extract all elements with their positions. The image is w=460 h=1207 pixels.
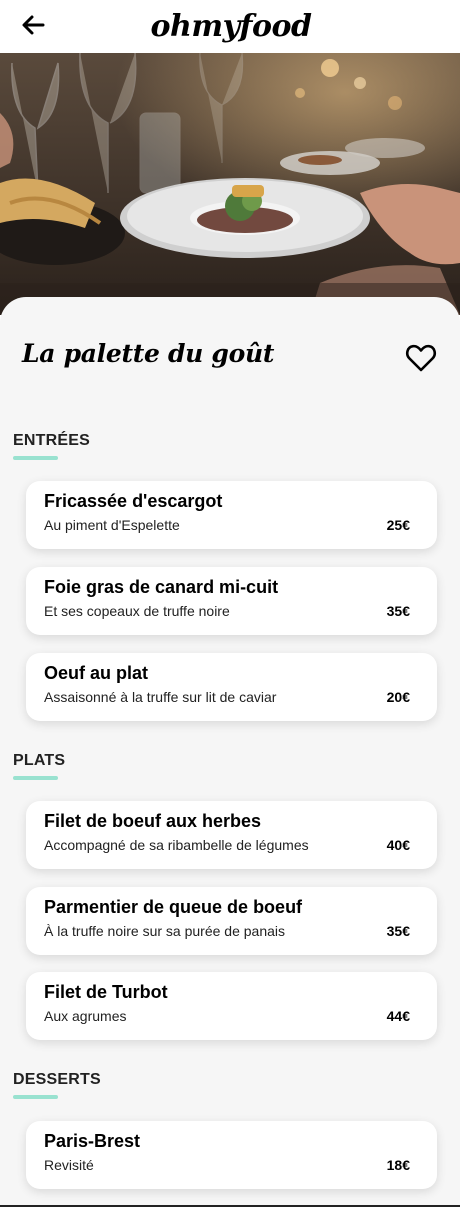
app-header: ohmyfood (0, 0, 460, 53)
section-underline (13, 456, 58, 460)
dish-name: Filet de Turbot (44, 982, 168, 1002)
menu-item-card[interactable]: Fricassée d'escargot Au piment d'Espelet… (26, 481, 437, 549)
section-title-plats: PLATS (13, 752, 66, 769)
dish-description: Aux agrumes (44, 1008, 127, 1024)
dish-price: 18€ (386, 1157, 410, 1173)
menu-item-card[interactable]: Oeuf au plat Assaisonné à la truffe sur … (26, 653, 437, 721)
menu-item-card[interactable]: Paris-Brest Revisité 18€ (26, 1121, 437, 1189)
dish-price: 40€ (386, 837, 410, 853)
dish-name: Oeuf au plat (44, 663, 149, 683)
dish-description: Revisité (44, 1157, 94, 1173)
dish-description: Et ses copeaux de truffe noire (44, 603, 230, 619)
dish-description: Au piment d'Espelette (44, 517, 180, 533)
menu-item-card[interactable]: Foie gras de canard mi-cuit Et ses copea… (26, 567, 437, 635)
section-underline (13, 1095, 58, 1099)
dish-price: 35€ (386, 603, 410, 619)
menu-item-card[interactable]: Parmentier de queue de boeuf À la truffe… (26, 887, 437, 955)
dish-name: Parmentier de queue de boeuf (44, 897, 303, 917)
section-title-desserts: DESSERTS (13, 1071, 101, 1088)
dish-price: 35€ (386, 923, 410, 939)
arrow-left-icon (22, 15, 45, 35)
dish-description: Assaisonné à la truffe sur lit de caviar (44, 689, 277, 705)
dish-description: Accompagné de sa ribambelle de légumes (44, 837, 309, 853)
hero-image (0, 53, 460, 315)
dish-name: Filet de boeuf aux herbes (44, 811, 262, 831)
back-button[interactable] (18, 11, 48, 39)
dish-name: Paris-Brest (44, 1131, 141, 1151)
menu-item-card[interactable]: Filet de Turbot Aux agrumes 44€ (26, 972, 437, 1040)
section-underline (13, 776, 58, 780)
app-logo[interactable]: ohmyfood (151, 9, 312, 44)
favorite-button[interactable] (405, 343, 437, 373)
menu-item-card[interactable]: Filet de boeuf aux herbes Accompagné de … (26, 801, 437, 869)
section-title-entrees: ENTRÉES (13, 432, 90, 449)
dish-name: Foie gras de canard mi-cuit (44, 577, 279, 597)
dish-price: 20€ (386, 689, 410, 705)
dish-description: À la truffe noire sur sa purée de panais (44, 923, 286, 939)
restaurant-name: La palette du goût (22, 339, 275, 368)
dish-name: Fricassée d'escargot (44, 491, 223, 511)
heart-outline-icon (405, 344, 437, 372)
dish-price: 25€ (386, 517, 410, 533)
dish-price: 44€ (386, 1008, 410, 1024)
